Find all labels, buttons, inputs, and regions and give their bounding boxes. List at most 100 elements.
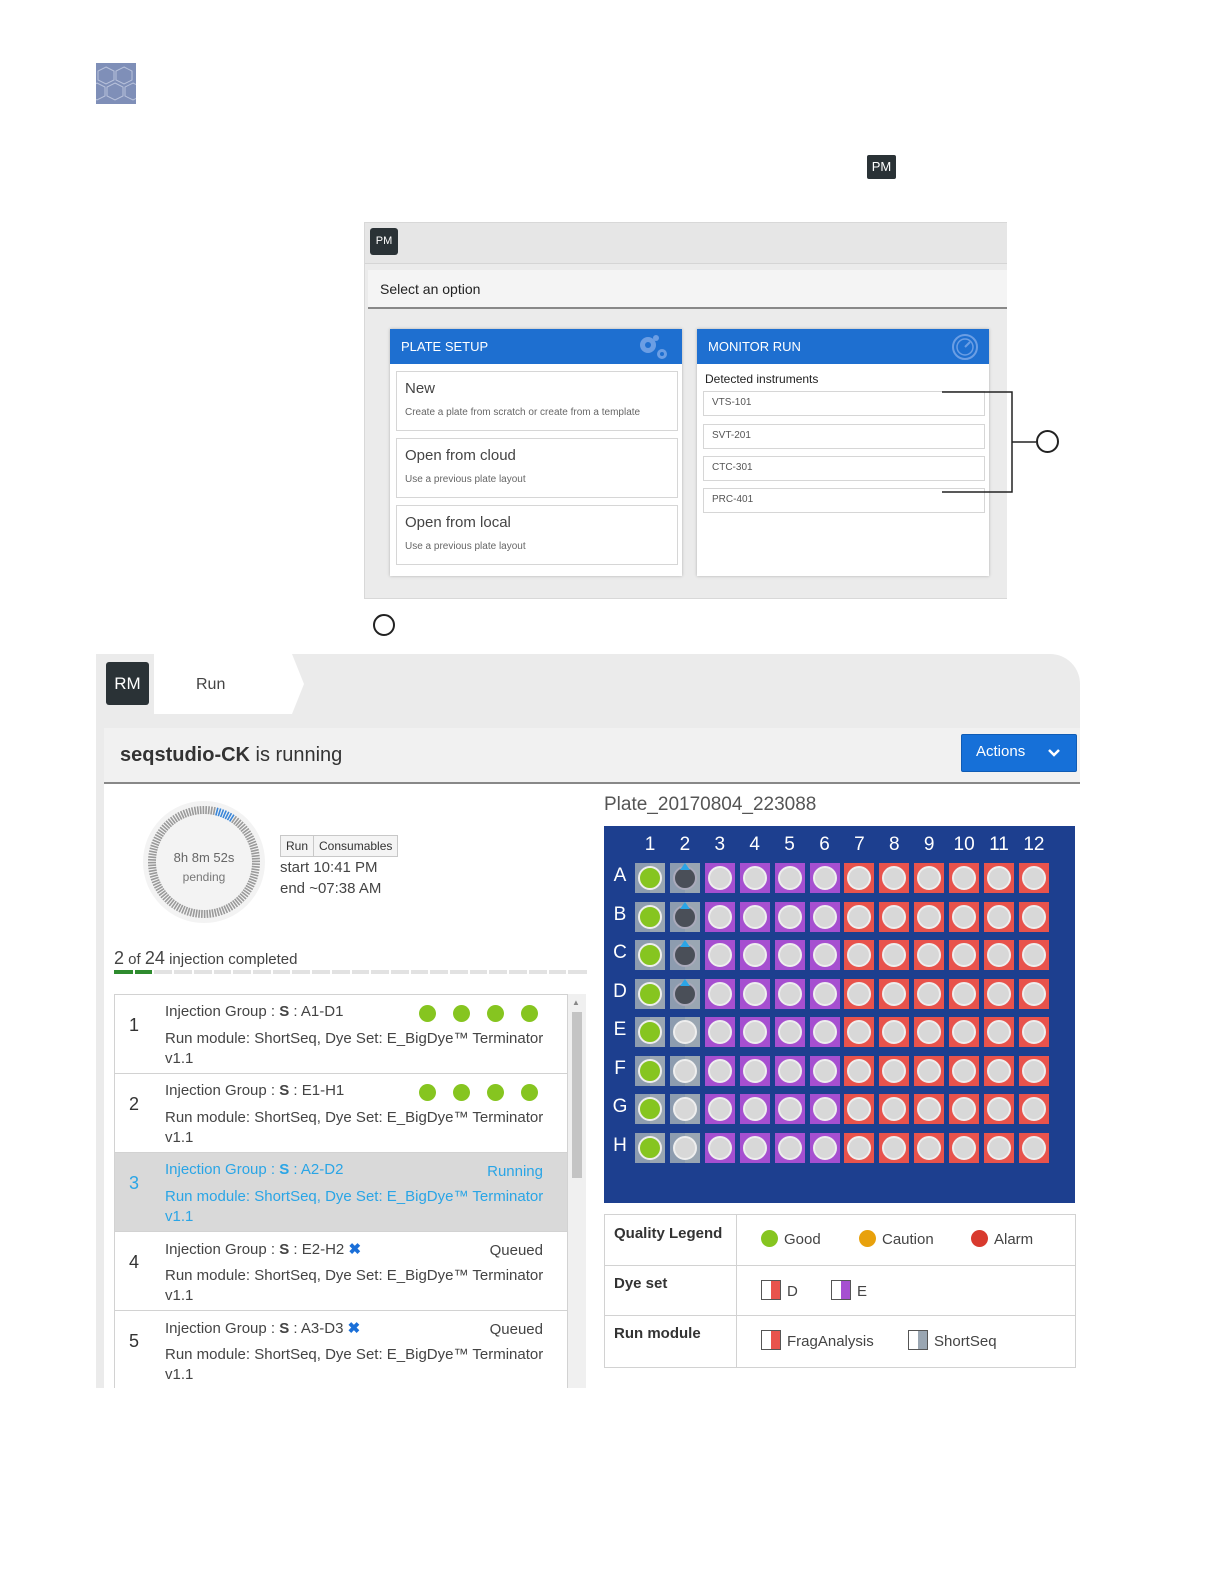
segment-consumables[interactable]: Consumables — [313, 836, 397, 856]
plate-well[interactable] — [949, 1132, 980, 1163]
plate-well[interactable] — [809, 1094, 840, 1124]
injection-row[interactable]: 3 Injection Group : S : A2-D2 Run module: … — [115, 1153, 567, 1232]
plate-well[interactable] — [984, 863, 1014, 893]
plate-well[interactable] — [949, 863, 980, 893]
option-open-cloud[interactable]: Open from cloud Use a previous plate lay… — [396, 438, 678, 498]
plate-well[interactable] — [984, 1094, 1014, 1124]
plate-well[interactable] — [739, 1055, 770, 1086]
plate-well[interactable] — [949, 940, 980, 970]
plate-well[interactable] — [949, 901, 980, 932]
plate-well[interactable] — [1018, 1055, 1049, 1086]
plate-well[interactable] — [669, 1094, 700, 1124]
plate-well[interactable] — [949, 1055, 980, 1086]
plate-well[interactable] — [774, 1132, 805, 1163]
plate-manager-badge[interactable]: PM — [370, 228, 398, 255]
plate-well[interactable] — [879, 1094, 910, 1124]
plate-well[interactable] — [914, 1094, 945, 1124]
injection-row[interactable]: 4 Injection Group : S : E2-H2 ✖ Run module… — [115, 1232, 567, 1311]
plate-well[interactable] — [774, 863, 805, 893]
plate-well[interactable] — [635, 1094, 665, 1124]
plate-well[interactable] — [774, 1055, 805, 1086]
plate-well[interactable] — [1018, 940, 1049, 970]
plate-well[interactable] — [704, 1055, 735, 1086]
injection-row[interactable]: 2 Injection Group : S : E1-H1 Run module: … — [115, 1074, 567, 1153]
plate-well[interactable] — [809, 1017, 840, 1047]
run-monitor-badge[interactable]: RM — [106, 662, 149, 705]
plate-well[interactable] — [1018, 901, 1049, 932]
plate-well[interactable] — [704, 1017, 735, 1047]
plate-well[interactable] — [635, 1132, 665, 1163]
actions-button[interactable]: Actions — [961, 734, 1077, 772]
plate-well[interactable] — [669, 978, 700, 1009]
plate-well[interactable] — [635, 940, 665, 970]
plate-well[interactable] — [984, 978, 1014, 1009]
plate-well[interactable] — [669, 1017, 700, 1047]
plate-well[interactable] — [669, 940, 700, 970]
plate-well[interactable] — [984, 1017, 1014, 1047]
plate-well[interactable] — [774, 1017, 805, 1047]
plate-well[interactable] — [635, 978, 665, 1009]
plate-well[interactable] — [879, 863, 910, 893]
plate-well[interactable] — [704, 978, 735, 1009]
plate-well[interactable] — [739, 1132, 770, 1163]
cancel-icon[interactable]: ✖ — [348, 1320, 361, 1337]
scroll-thumb[interactable] — [572, 1012, 582, 1178]
plate-well[interactable] — [739, 978, 770, 1009]
plate-well[interactable] — [1018, 1017, 1049, 1047]
plate-well[interactable] — [949, 978, 980, 1009]
cancel-icon[interactable]: ✖ — [348, 1241, 361, 1258]
plate-well[interactable] — [914, 940, 945, 970]
segment-run[interactable]: Run — [281, 836, 313, 856]
plate-well[interactable] — [704, 863, 735, 893]
plate-well[interactable] — [984, 940, 1014, 970]
tab-run[interactable]: Run — [154, 654, 304, 714]
plate-well[interactable] — [914, 1132, 945, 1163]
plate-well[interactable] — [809, 901, 840, 932]
plate-well[interactable] — [635, 1055, 665, 1086]
plate-well[interactable] — [774, 901, 805, 932]
plate-well[interactable] — [669, 1055, 700, 1086]
plate-well[interactable] — [984, 1132, 1014, 1163]
plate-well[interactable] — [879, 1132, 910, 1163]
plate-well[interactable] — [1018, 1132, 1049, 1163]
plate-well[interactable] — [879, 901, 910, 932]
plate-well[interactable] — [914, 1055, 945, 1086]
plate-well[interactable] — [879, 1055, 910, 1086]
plate-well[interactable] — [635, 901, 665, 932]
plate-well[interactable] — [669, 863, 700, 893]
plate-well[interactable] — [669, 1132, 700, 1163]
injection-row[interactable]: 1 Injection Group : S : A1-D1 Run module: … — [115, 995, 567, 1074]
plate-well[interactable] — [844, 1132, 875, 1163]
plate-well[interactable] — [635, 863, 665, 893]
option-open-local[interactable]: Open from local Use a previous plate lay… — [396, 505, 678, 565]
plate-well[interactable] — [739, 901, 770, 932]
plate-well[interactable] — [844, 901, 875, 932]
plate-well[interactable] — [774, 1094, 805, 1124]
scroll-up-icon[interactable]: ▲ — [572, 998, 580, 1007]
plate-well[interactable] — [879, 1017, 910, 1047]
plate-well[interactable] — [739, 863, 770, 893]
plate-well[interactable] — [1018, 863, 1049, 893]
plate-well[interactable] — [984, 901, 1014, 932]
plate-well[interactable] — [704, 940, 735, 970]
plate-well[interactable] — [914, 978, 945, 1009]
plate-well[interactable] — [635, 1017, 665, 1047]
option-new[interactable]: New Create a plate from scratch or creat… — [396, 371, 678, 431]
plate-well[interactable] — [774, 940, 805, 970]
plate-well[interactable] — [809, 863, 840, 893]
plate-well[interactable] — [739, 1094, 770, 1124]
plate-well[interactable] — [1018, 978, 1049, 1009]
injection-list-scrollbar[interactable]: ▲ — [568, 994, 586, 1388]
plate-well[interactable] — [984, 1055, 1014, 1086]
plate-well[interactable] — [914, 1017, 945, 1047]
plate-well[interactable] — [844, 1094, 875, 1124]
plate-well[interactable] — [879, 940, 910, 970]
plate-well[interactable] — [809, 1132, 840, 1163]
plate-well[interactable] — [704, 901, 735, 932]
plate-well[interactable] — [1018, 1094, 1049, 1124]
plate-well[interactable] — [774, 978, 805, 1009]
plate-well[interactable] — [844, 978, 875, 1009]
plate-well[interactable] — [739, 1017, 770, 1047]
plate-well[interactable] — [739, 940, 770, 970]
plate-well[interactable] — [809, 978, 840, 1009]
